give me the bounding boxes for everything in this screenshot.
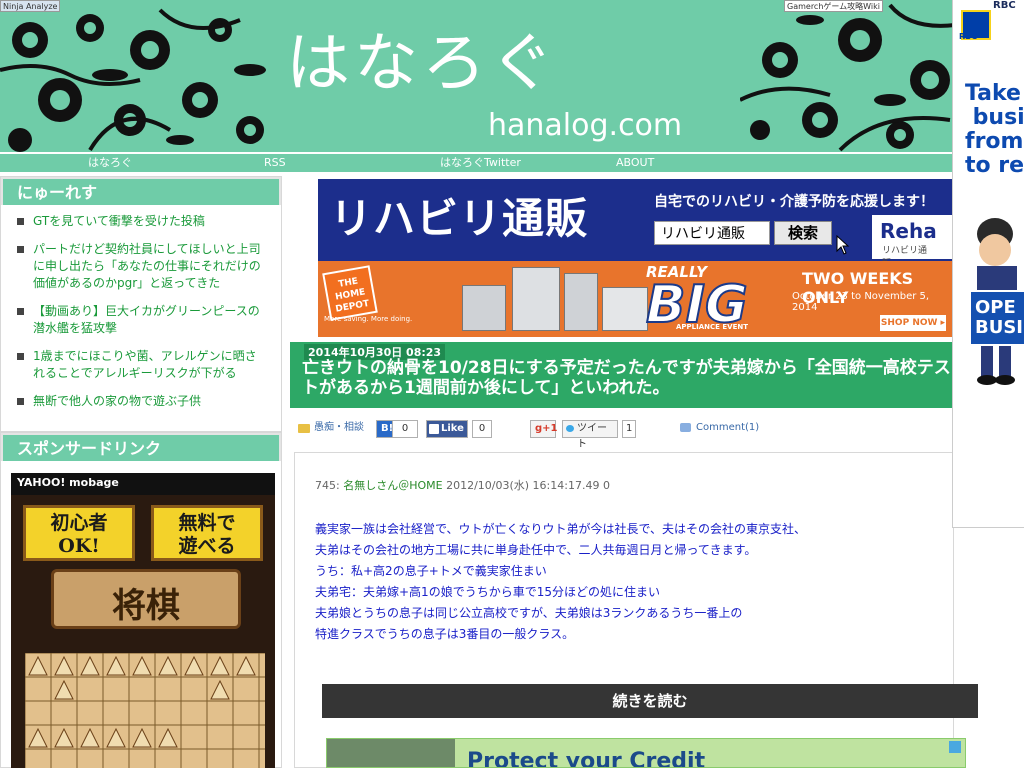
- article-meta-bar: 愚痴・相談 B! 0 Like 0 g+1 ツイート 1 Comment(1): [290, 414, 960, 450]
- post-number: 745:: [315, 479, 340, 492]
- sidebar: にゅーれす GTを見ていて衝撃を受けた投稿 パートだけど契約社員にしてほしいと上…: [0, 176, 284, 768]
- credit-ad-text: Protect your Credit: [467, 749, 706, 768]
- post-author: 名無しさん＠HOME: [343, 479, 443, 492]
- credit-ad-photo: [327, 739, 455, 767]
- rbc-headline: Take busi from to rea: [965, 81, 1024, 178]
- comment-icon: [680, 423, 691, 432]
- promo-dates: October 23 to November 5, 2014: [792, 291, 930, 313]
- google-plus-button[interactable]: g+1: [530, 420, 558, 438]
- reha-ad-banner[interactable]: リハビリ通販 自宅でのリハビリ・介護予防を応援します！ リハビリ通販 検索 Re…: [318, 179, 952, 261]
- post-datetime: 2012/10/03(水) 16:14:17.49 0: [446, 479, 610, 492]
- reha-ad-title: リハビリ通販: [330, 194, 589, 243]
- list-item: 【動画あり】巨大イカがグリーンピースの潜水艦を猛攻撃: [15, 303, 267, 337]
- reha-search-input[interactable]: リハビリ通販: [654, 221, 770, 245]
- reha-search-button[interactable]: 検索: [774, 221, 832, 245]
- shogi-title-board: 将棋: [51, 569, 241, 629]
- bullet-icon: [17, 246, 24, 253]
- post-line: 義実家一族は会社経営で、ウトが亡くなりウト弟が今は社長で、夫はその会社の東京支社…: [315, 522, 807, 536]
- post-line: 夫弟娘とうちの息子は同じ公立高校ですが、夫弟娘は3ランクあるうち一番上の: [315, 606, 743, 620]
- post-line: 夫弟はその会社の地方工場に共に単身赴任中で、二人共毎週日月と帰ってきます。: [315, 543, 757, 557]
- home-depot-logo: THE HOME DEPOT: [322, 265, 378, 321]
- news-list: GTを見ていて衝撃を受けた投稿 パートだけど契約社員にしてほしいと上司に申し出た…: [1, 205, 281, 410]
- nav-item-rss[interactable]: RSS: [264, 154, 286, 172]
- bullet-icon: [17, 308, 24, 315]
- site-title[interactable]: はなろぐ: [286, 12, 558, 104]
- post-body-area: 745: 名無しさん＠HOME 2012/10/03(水) 16:14:17.4…: [294, 452, 954, 768]
- comment-link[interactable]: Comment(1): [696, 420, 759, 436]
- reha-logo: Reha: [880, 219, 937, 243]
- news-link[interactable]: 1歳までにほこりや菌、アレルゲンに晒されることでアレルギーリスクが下がる: [33, 349, 257, 380]
- shogi-board-graphic: [25, 653, 265, 768]
- shogi-title: 将棋: [112, 586, 180, 626]
- article-header: 2014年10月30日 08:23 亡きウトの納骨を10/28日にする予定だった…: [290, 342, 960, 408]
- floral-decoration-left: [0, 8, 266, 152]
- list-item: GTを見ていて衝撃を受けた投稿: [15, 213, 267, 230]
- news-link[interactable]: 無断で他人の家の物で遊ぶ子供: [33, 394, 201, 408]
- tweet-count: 1: [622, 420, 636, 438]
- news-widget: にゅーれす GTを見ていて衝撃を受けた投稿 パートだけど契約社員にしてほしいと上…: [0, 176, 282, 432]
- rbc-logo-text: RBC: [959, 32, 978, 41]
- facebook-icon: [429, 424, 439, 434]
- sponsor-widget-title: スポンサードリンク: [1, 433, 281, 461]
- rbc-ad[interactable]: RBC RBC Take busi from to rea OPE BUSI: [952, 0, 1024, 528]
- free-to-play-sign: 無料で 遊べる: [151, 505, 263, 561]
- mobage-shogi-ad[interactable]: YAHOO! mobage 初心者 OK! 無料で 遊べる 将棋: [11, 473, 275, 768]
- nav-item-home[interactable]: はなろぐ: [88, 154, 132, 172]
- gamerch-badge[interactable]: Gamerchゲーム攻略Wiki: [784, 0, 883, 12]
- beginner-ok-sign: 初心者 OK!: [23, 505, 135, 561]
- bullet-icon: [17, 353, 24, 360]
- reha-logo-box: Reha リハビリ通販.com: [872, 215, 952, 261]
- really-big-graphic: REALLY BIG APPLIANCE EVENT: [645, 261, 776, 337]
- bullet-icon: [17, 218, 24, 225]
- nav-item-twitter[interactable]: はなろぐTwitter: [440, 154, 521, 172]
- ninja-analyze-badge[interactable]: Ninja Analyze: [0, 0, 61, 12]
- twitter-bird-icon: [566, 425, 574, 432]
- post-header: 745: 名無しさん＠HOME 2012/10/03(水) 16:14:17.4…: [315, 477, 610, 493]
- category-link[interactable]: 愚痴・相談: [314, 420, 364, 436]
- reha-ad-tagline: 自宅でのリハビリ・介護予防を応援します！: [654, 194, 934, 210]
- post-text: 義実家一族は会社経営で、ウトが亡くなりウト弟が今は社長で、夫はその会社の東京支社…: [315, 519, 935, 645]
- news-link[interactable]: 【動画あり】巨大イカがグリーンピースの潜水艦を猛攻撃: [33, 304, 260, 335]
- rbc-top-label: RBC: [993, 0, 1016, 11]
- bullet-icon: [17, 398, 24, 405]
- cursor-icon: [836, 235, 850, 255]
- nav-item-about[interactable]: ABOUT: [616, 154, 654, 172]
- rbc-open-sign: OPE BUSI: [969, 290, 1024, 346]
- home-depot-tagline: More saving. More doing.: [324, 315, 413, 323]
- read-more-button[interactable]: 続きを読む: [322, 684, 978, 718]
- facebook-like-count: 0: [472, 420, 492, 438]
- main-nav: はなろぐ RSS はなろぐTwitter ABOUT: [0, 152, 960, 172]
- appliance-event-text: APPLIANCE EVENT: [676, 323, 748, 331]
- post-line: 夫弟宅：夫弟嫁+高1の娘でうちから車で15分ほどの処に住まい: [315, 585, 660, 599]
- ad-choices-icon[interactable]: [949, 741, 961, 753]
- list-item: パートだけど契約社員にしてほしいと上司に申し出たら「あなたの仕事にそれだけの価値…: [15, 241, 267, 292]
- article-title[interactable]: 亡きウトの納骨を10/28日にする予定だったんですが夫弟嫁から「全国統一高校テス…: [302, 358, 952, 398]
- news-link[interactable]: GTを見ていて衝撃を受けた投稿: [33, 214, 205, 228]
- mobage-logo: YAHOO! mobage: [17, 476, 119, 489]
- news-widget-title: にゅーれす: [1, 177, 281, 205]
- post-line: うち：私+高2の息子+トメで義実家住まい: [315, 564, 547, 578]
- main-content: リハビリ通販 自宅でのリハビリ・介護予防を応援します！ リハビリ通販 検索 Re…: [290, 176, 978, 768]
- site-domain: hanalog.com: [488, 108, 683, 143]
- shop-now-button[interactable]: SHOP NOW ▸: [880, 315, 946, 331]
- home-depot-ad-banner[interactable]: THE HOME DEPOT More saving. More doing. …: [318, 261, 952, 337]
- list-item: 無断で他人の家の物で遊ぶ子供: [15, 393, 267, 410]
- site-header: はなろぐ hanalog.com Ninja Analyze Gamerchゲー…: [0, 0, 960, 152]
- reha-logo-subtext: リハビリ通販.com: [882, 246, 928, 261]
- sponsor-widget: スポンサードリンク YAHOO! mobage 初心者 OK! 無料で 遊べる …: [0, 432, 282, 768]
- folder-icon: [298, 424, 310, 433]
- post-line: 特進クラスでうちの息子は3番目の一般クラス。: [315, 627, 575, 641]
- list-item: 1歳までにほこりや菌、アレルゲンに晒されることでアレルギーリスクが下がる: [15, 348, 267, 382]
- news-link[interactable]: パートだけど契約社員にしてほしいと上司に申し出たら「あなたの仕事にそれだけの価値…: [33, 242, 261, 290]
- hatena-count: 0: [392, 420, 418, 438]
- appliances-image: [456, 265, 666, 331]
- mobage-ad-topbar: YAHOO! mobage: [11, 473, 275, 495]
- credit-protection-ad[interactable]: Protect your Credit: [326, 738, 966, 768]
- floral-decoration-right: [740, 3, 956, 152]
